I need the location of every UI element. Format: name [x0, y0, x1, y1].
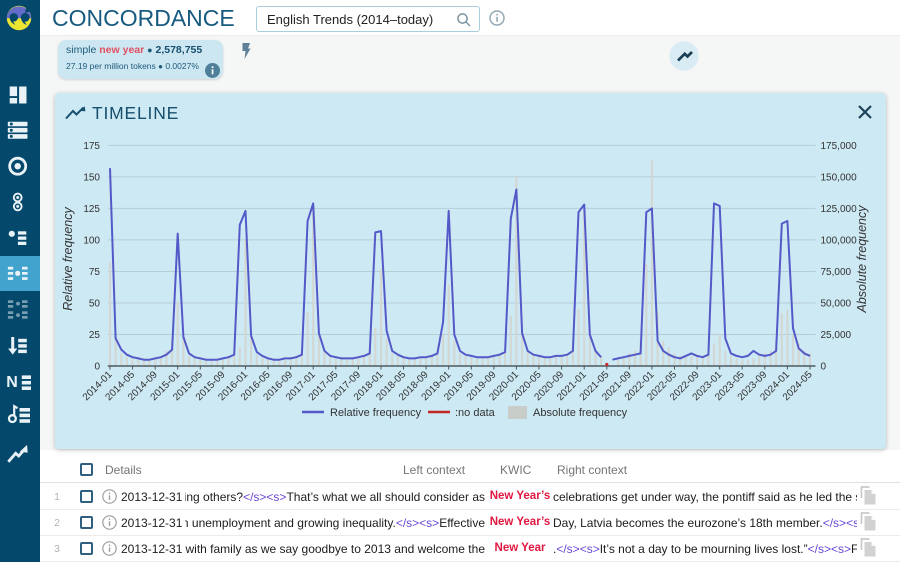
svg-text:175: 175 [83, 141, 100, 152]
svg-text:25,000: 25,000 [821, 330, 852, 341]
svg-text:100,000: 100,000 [821, 235, 858, 246]
svg-text:175,000: 175,000 [821, 141, 858, 152]
svg-text:0: 0 [94, 362, 100, 373]
svg-text:Relative frequency: Relative frequency [61, 206, 75, 310]
svg-text::no data: :no data [455, 407, 496, 419]
svg-text:125,000: 125,000 [821, 204, 858, 215]
svg-text:50,000: 50,000 [821, 299, 852, 310]
svg-text:Absolute frequency: Absolute frequency [855, 205, 869, 314]
svg-text:150,000: 150,000 [821, 172, 858, 183]
svg-text:Relative frequency: Relative frequency [330, 407, 422, 419]
svg-text:25: 25 [89, 330, 101, 341]
svg-text:75: 75 [89, 267, 101, 278]
svg-text:N: N [6, 374, 18, 391]
svg-text:50: 50 [89, 299, 101, 310]
svg-text:100: 100 [83, 235, 100, 246]
svg-text:75,000: 75,000 [821, 267, 852, 278]
svg-text:150: 150 [83, 172, 100, 183]
svg-text:Absolute frequency: Absolute frequency [533, 407, 628, 419]
svg-text:0: 0 [821, 362, 827, 373]
svg-text:125: 125 [83, 204, 100, 215]
